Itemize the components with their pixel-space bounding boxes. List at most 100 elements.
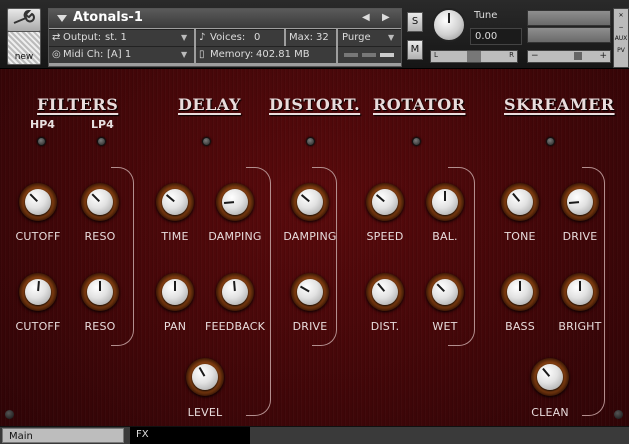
knob-cap: [507, 279, 533, 305]
new-label: new: [14, 52, 34, 62]
knob-pointer: [37, 280, 40, 292]
memory-display: ▯ Memory: 402.81 MB: [196, 46, 336, 63]
delay-power-button[interactable]: [202, 137, 211, 146]
chevron-down-icon: ▼: [388, 33, 395, 42]
filter-reso-2-knob[interactable]: [81, 273, 119, 311]
rotator-power-button[interactable]: [412, 137, 421, 146]
level-meter-right: [527, 27, 611, 43]
filter-reso-1-knob[interactable]: [81, 183, 119, 221]
instrument-name[interactable]: Atonals-1: [73, 10, 143, 25]
delay-feedback-label: FEEDBACK: [204, 320, 266, 333]
tune-knob[interactable]: [432, 8, 466, 42]
knob-pointer: [223, 201, 235, 204]
volume-slider[interactable]: − +: [527, 50, 611, 63]
rotator-wet-label: WET: [432, 320, 458, 333]
wrench-icon[interactable]: [7, 8, 41, 32]
voices-value: 0: [254, 32, 261, 43]
knob-cap: [297, 279, 323, 305]
pv-button[interactable]: PV: [614, 45, 628, 57]
tab-bar: Main FX: [0, 426, 629, 444]
next-instrument-icon[interactable]: ▶: [382, 12, 390, 23]
skreamer-drive-knob[interactable]: [561, 183, 599, 221]
purge-label: Purge: [342, 32, 371, 43]
knob-pointer: [299, 285, 310, 293]
solo-button[interactable]: S: [407, 12, 423, 32]
knob-pointer: [542, 367, 551, 377]
midi-value: [A] 1: [107, 49, 132, 60]
rotator-wet-knob[interactable]: [426, 273, 464, 311]
knob-pointer: [377, 282, 386, 292]
skreamer-clean-label: CLEAN: [531, 406, 569, 419]
skreamer-bright-knob[interactable]: [561, 273, 599, 311]
instrument-header: new Atonals-1 ◀ ▶ ⇄ Output: st. 1 ▼ ♪ Vo…: [0, 0, 629, 69]
delay-level-knob[interactable]: [186, 358, 224, 396]
max-value: 32: [316, 32, 329, 43]
voices-icon: ♪: [199, 32, 206, 43]
distort-drive-label: DRIVE: [292, 320, 328, 333]
pan-handle[interactable]: [467, 51, 481, 62]
filter-cutoff-2-knob[interactable]: [19, 273, 57, 311]
distort-damping-knob[interactable]: [291, 183, 329, 221]
volume-handle[interactable]: [574, 52, 582, 60]
midi-channel-selector[interactable]: ◎ Midi Ch: [A] 1 ▼: [49, 46, 194, 63]
skreamer-tone-knob[interactable]: [501, 183, 539, 221]
tab-main[interactable]: Main: [2, 428, 124, 443]
skreamer-clean-knob[interactable]: [531, 358, 569, 396]
knob-pointer: [579, 281, 581, 291]
rotator-dist-knob[interactable]: [366, 273, 404, 311]
screw-icon: [5, 410, 14, 419]
tune-value[interactable]: 0.00: [470, 28, 522, 45]
skreamer-bass-knob[interactable]: [501, 273, 539, 311]
output-selector[interactable]: ⇄ Output: st. 1 ▼: [49, 29, 194, 46]
lp4-label: LP4: [91, 118, 114, 131]
midi-label: Midi Ch:: [63, 49, 104, 60]
lp4-led-button[interactable]: [97, 137, 106, 146]
rotator-speed-knob[interactable]: [366, 183, 404, 221]
filter-cutoff-1-knob[interactable]: [19, 183, 57, 221]
collapse-icon[interactable]: −: [614, 23, 628, 33]
prev-instrument-icon[interactable]: ◀: [362, 12, 370, 23]
knob-cap: [162, 279, 188, 305]
delay-time-knob[interactable]: [156, 183, 194, 221]
distort-power-button[interactable]: [306, 137, 315, 146]
new-instrument-button[interactable]: new: [7, 31, 41, 65]
filter-reso-2-label: RESO: [84, 320, 116, 333]
delay-pan-knob[interactable]: [156, 273, 194, 311]
delay-feedback-knob[interactable]: [216, 273, 254, 311]
memory-value: 402.81 MB: [256, 49, 310, 60]
max-label: Max:: [289, 32, 314, 43]
mute-button[interactable]: M: [407, 40, 423, 60]
aux-button[interactable]: AUX: [614, 33, 628, 45]
skreamer-title: SKREAMER: [504, 95, 615, 114]
pan-slider[interactable]: L R: [430, 50, 518, 63]
max-voices-field[interactable]: Max: 32: [286, 29, 336, 46]
close-icon[interactable]: ✕: [614, 9, 628, 23]
side-buttons: ✕ − AUX PV: [613, 8, 629, 68]
distort-drive-knob[interactable]: [291, 273, 329, 311]
knob-cap: [297, 189, 323, 215]
knob-cap: [372, 279, 398, 305]
knob-pointer: [436, 283, 445, 292]
skreamer-power-button[interactable]: [546, 137, 555, 146]
knob-pointer: [519, 281, 521, 291]
filters-title: FILTERS: [37, 95, 119, 114]
knob-cap: [222, 279, 248, 305]
knob-cap: [87, 279, 113, 305]
collapse-triangle-icon[interactable]: [57, 15, 67, 22]
delay-level-label: LEVEL: [187, 406, 223, 419]
knob-cap: [162, 189, 188, 215]
distort-damping-label: DAMPING: [283, 230, 337, 243]
chevron-down-icon: ▼: [181, 33, 188, 42]
hp4-led-button[interactable]: [37, 137, 46, 146]
tune-label: Tune: [474, 10, 498, 21]
voices-display: ♪ Voices: 0: [196, 29, 284, 46]
knob-pointer: [29, 193, 38, 202]
instrument-name-bar: Atonals-1 ◀ ▶: [49, 9, 401, 28]
knob-pointer: [233, 280, 236, 292]
level-meter-left: [527, 10, 611, 26]
delay-damping-knob[interactable]: [216, 183, 254, 221]
purge-menu[interactable]: Purge ▼: [338, 29, 401, 46]
memory-label: Memory:: [210, 49, 254, 60]
rotator-balance-knob[interactable]: [426, 183, 464, 221]
tab-fx[interactable]: FX: [130, 427, 250, 444]
